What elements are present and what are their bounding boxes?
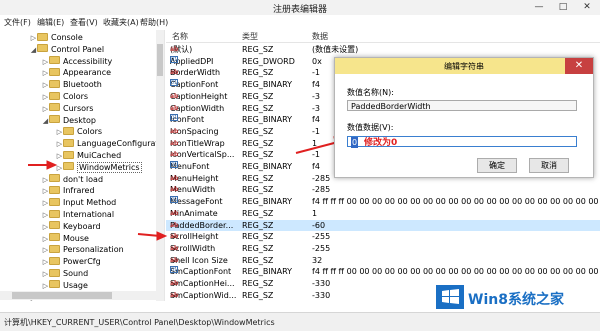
value-data-text: 0 bbox=[351, 137, 359, 148]
arrowhead bbox=[156, 231, 168, 241]
dialog-close-button[interactable]: ✕ bbox=[565, 58, 593, 74]
windows-flag-icon bbox=[442, 289, 459, 304]
dialog-title-bar: 编辑字符串 ✕ bbox=[335, 58, 593, 74]
arrow-value-field bbox=[295, 141, 339, 154]
cancel-button[interactable]: 取消 bbox=[529, 158, 569, 173]
ok-button[interactable]: 确定 bbox=[477, 158, 517, 173]
windows-logo-icon bbox=[436, 285, 464, 309]
watermark-logo: Win8系统之家 bbox=[436, 283, 598, 311]
edit-string-dialog: 编辑字符串 ✕ 数值名称(N): PaddedBorderWidth 数值数据(… bbox=[334, 57, 594, 178]
value-data-label: 数值数据(V): bbox=[347, 123, 394, 132]
value-name-field[interactable]: PaddedBorderWidth bbox=[347, 100, 577, 111]
arrowhead bbox=[46, 160, 58, 170]
watermark-text: Win8系统之家 bbox=[468, 292, 564, 308]
dialog-title: 编辑字符串 bbox=[444, 62, 484, 71]
annotation-text: 修改为0 bbox=[364, 138, 398, 148]
value-name-label: 数值名称(N): bbox=[347, 88, 394, 97]
